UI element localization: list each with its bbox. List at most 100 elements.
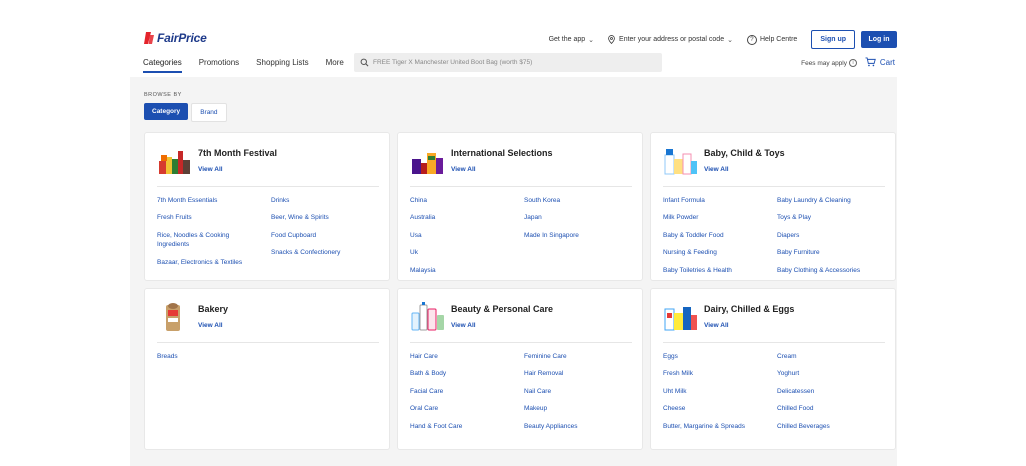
- subcategory-link[interactable]: Baby & Toddler Food: [663, 231, 763, 240]
- subcategory-link[interactable]: Fresh Fruits: [157, 213, 257, 222]
- subcategory-link[interactable]: Milk Powder: [663, 213, 763, 222]
- get-app-dropdown[interactable]: Get the app ⌄: [549, 36, 594, 44]
- subcategory-link[interactable]: Malaysia: [410, 266, 510, 275]
- view-all-link[interactable]: View All: [198, 322, 228, 329]
- view-all-link[interactable]: View All: [198, 166, 277, 173]
- top-bar: Get the app ⌄ Enter your address or post…: [535, 30, 897, 49]
- subcategory-link[interactable]: Chilled Beverages: [777, 422, 877, 431]
- browse-toggle: Category Brand: [144, 103, 227, 122]
- card-title: Bakery: [198, 304, 229, 314]
- fees-label: Fees may apply: [801, 59, 847, 67]
- browse-brand-button[interactable]: Brand: [191, 103, 227, 122]
- view-all-link[interactable]: View All: [451, 166, 553, 173]
- nav-more[interactable]: More: [326, 58, 344, 73]
- subcategory-link[interactable]: Uht Milk: [663, 387, 763, 396]
- subcategory-link[interactable]: Feminine Care: [524, 352, 624, 361]
- subcategory-link[interactable]: Cheese: [663, 404, 763, 413]
- address-dropdown[interactable]: Enter your address or postal code ⌄: [608, 35, 733, 44]
- subcategory-link[interactable]: Baby Toiletries & Health: [663, 266, 763, 275]
- fairprice-logo-icon: [143, 31, 155, 45]
- subcategory-link[interactable]: Baby Furniture: [777, 248, 877, 257]
- subcategory-link[interactable]: Cream: [777, 352, 877, 361]
- subcategory-link[interactable]: Snacks & Confectionery: [271, 248, 371, 257]
- get-app-label: Get the app: [548, 36, 586, 43]
- subcategory-link[interactable]: Drinks: [271, 196, 371, 205]
- subcategory-link[interactable]: Oral Care: [410, 404, 510, 413]
- bakery-products-image: [157, 301, 193, 333]
- nav-promotions[interactable]: Promotions: [199, 58, 239, 73]
- international-products-image: [410, 145, 446, 177]
- card-divider: [157, 342, 379, 343]
- subcategory-link[interactable]: Baby Laundry & Cleaning: [777, 196, 889, 205]
- help-centre-link[interactable]: ? Help Centre: [746, 34, 797, 45]
- cart-button[interactable]: Cart: [865, 57, 895, 67]
- browse-category-button[interactable]: Category: [144, 103, 189, 120]
- card-title: International Selections: [451, 148, 553, 158]
- chevron-down-icon: ⌄: [727, 36, 733, 44]
- subcategory-link[interactable]: 7th Month Essentials: [157, 196, 257, 205]
- subcategory-link[interactable]: Delicatessen: [777, 387, 877, 396]
- categories-content: BROWSE BY Category Brand 7th Month Festi…: [130, 77, 897, 466]
- dairy-products-image: [663, 301, 699, 333]
- subcategory-link[interactable]: Usa: [410, 231, 510, 240]
- subcategory-link[interactable]: Rice, Noodles & Cooking Ingredients: [157, 231, 257, 249]
- fees-note[interactable]: Fees may apply i: [801, 59, 857, 67]
- subcategory-link[interactable]: Australia: [410, 213, 510, 222]
- view-all-link[interactable]: View All: [451, 322, 553, 329]
- subcategory-link[interactable]: South Korea: [524, 196, 624, 205]
- subcategory-link[interactable]: Fresh Milk: [663, 369, 763, 378]
- subcategory-link[interactable]: Chilled Food: [777, 404, 877, 413]
- help-icon: ?: [746, 34, 757, 45]
- log-in-button[interactable]: Log in: [861, 31, 897, 48]
- subcategory-link[interactable]: Nursing & Feeding: [663, 248, 763, 257]
- subcategory-link[interactable]: Beauty Appliances: [524, 422, 624, 431]
- fairprice-logo[interactable]: FairPrice: [143, 31, 207, 45]
- subcategory-link[interactable]: Japan: [524, 213, 624, 222]
- beauty-products-image: [410, 301, 446, 333]
- subcategory-link[interactable]: Food Cupboard: [271, 231, 371, 240]
- subcategory-link[interactable]: Eggs: [663, 352, 763, 361]
- page-frame: FairPrice Get the app ⌄ Enter your addre…: [130, 0, 897, 466]
- logo-text: FairPrice: [157, 31, 207, 45]
- subcategory-link[interactable]: Nail Care: [524, 387, 624, 396]
- subcategory-link[interactable]: Baby Clothing & Accessories: [777, 266, 889, 275]
- info-icon: i: [849, 59, 857, 67]
- view-all-link[interactable]: View All: [704, 166, 785, 173]
- address-label: Enter your address or postal code: [619, 36, 725, 43]
- subcategory-link[interactable]: Hand & Foot Care: [410, 422, 510, 431]
- subcategory-link[interactable]: Bazaar, Electronics & Textiles: [157, 258, 267, 267]
- subcategory-link[interactable]: Hair Removal: [524, 369, 624, 378]
- category-card-bakery: Bakery View All Breads: [145, 289, 389, 449]
- card-title: 7th Month Festival: [198, 148, 278, 158]
- subcategory-link[interactable]: Bath & Body: [410, 369, 510, 378]
- browse-by-label: BROWSE BY: [144, 92, 182, 98]
- subcategory-link[interactable]: Yoghurt: [777, 369, 877, 378]
- category-card-dairy-chilled-eggs: Dairy, Chilled & Eggs View All Eggs Crea…: [651, 289, 895, 449]
- subcategory-link[interactable]: Makeup: [524, 404, 624, 413]
- chevron-down-icon: ⌄: [588, 36, 595, 44]
- subcategory-link[interactable]: China: [410, 196, 510, 205]
- subcategory-link[interactable]: Hair Care: [410, 352, 510, 361]
- subcategory-link[interactable]: Butter, Margarine & Spreads: [663, 422, 775, 431]
- view-all-link[interactable]: View All: [704, 322, 794, 329]
- sign-up-button[interactable]: Sign up: [811, 30, 855, 49]
- nav-shopping-lists[interactable]: Shopping Lists: [256, 58, 308, 73]
- subcategory-link[interactable]: Infant Formula: [663, 196, 763, 205]
- category-card-international-selections: International Selections View All China …: [398, 133, 642, 280]
- subcategory-link[interactable]: Beer, Wine & Spirits: [271, 213, 371, 222]
- category-card-7th-month-festival: 7th Month Festival View All 7th Month Es…: [145, 133, 389, 280]
- subcategory-link[interactable]: Breads: [157, 352, 257, 361]
- subcategory-link[interactable]: Facial Care: [410, 387, 510, 396]
- subcategory-link[interactable]: Made In Singapore: [524, 231, 624, 240]
- subcategory-link[interactable]: Uk: [410, 248, 510, 257]
- nav-categories[interactable]: Categories: [143, 58, 182, 73]
- festival-products-image: [157, 145, 193, 177]
- card-divider: [663, 342, 885, 343]
- card-divider: [157, 186, 379, 187]
- subcategory-link[interactable]: Toys & Play: [777, 213, 877, 222]
- cart-icon: [865, 57, 876, 67]
- card-divider: [410, 186, 632, 187]
- search-input[interactable]: FREE Tiger X Manchester United Boot Bag …: [354, 53, 662, 72]
- subcategory-link[interactable]: Diapers: [777, 231, 877, 240]
- main-nav: Categories Promotions Shopping Lists Mor…: [143, 58, 361, 73]
